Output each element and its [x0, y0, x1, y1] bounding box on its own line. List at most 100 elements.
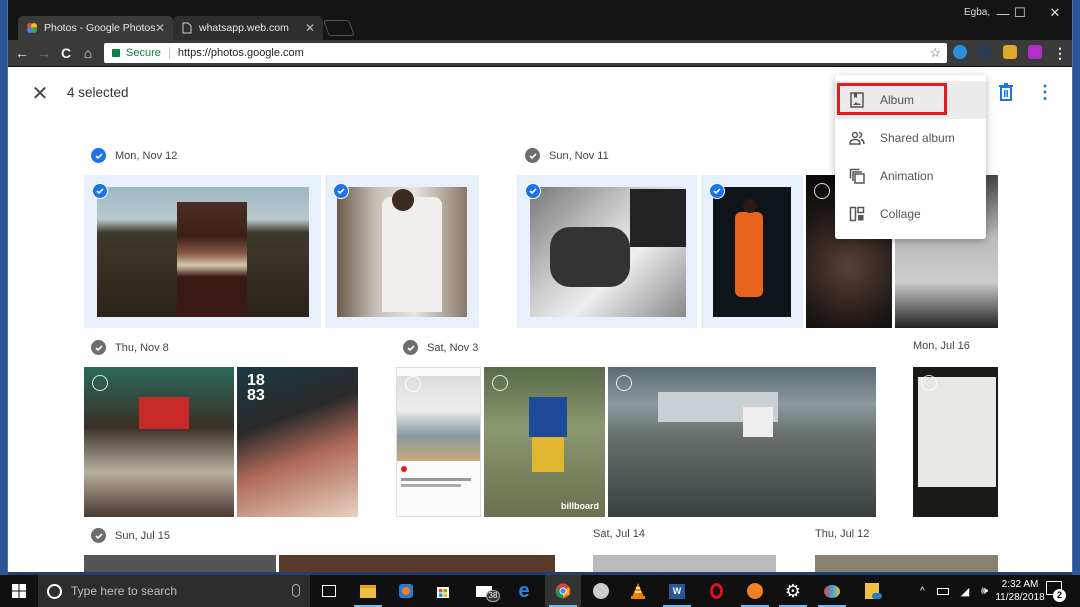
home-icon[interactable]: ⌂ — [79, 44, 97, 62]
photo-tile[interactable] — [593, 555, 776, 572]
menu-item-collage[interactable]: Collage — [835, 195, 986, 233]
photo-tile[interactable] — [84, 175, 321, 328]
unselected-circle-icon[interactable] — [921, 375, 937, 391]
paint-icon[interactable] — [814, 575, 850, 607]
date-label: Thu, Nov 8 — [115, 341, 169, 354]
settings-icon[interactable]: ⚙ — [775, 575, 811, 607]
selected-check-icon[interactable] — [92, 183, 108, 199]
date-group-header[interactable]: Thu, Jul 12 — [815, 528, 869, 540]
tab-close-icon[interactable]: ✕ — [305, 21, 315, 35]
photo-tile[interactable] — [396, 367, 481, 517]
unselected-circle-icon[interactable] — [814, 183, 830, 199]
address-bar[interactable]: Secure https://photos.google.com ☆ — [104, 43, 947, 63]
extension-icon[interactable] — [1003, 45, 1017, 59]
more-options-icon[interactable]: ⋮ — [1036, 82, 1054, 102]
group-check-icon[interactable] — [91, 340, 106, 355]
windows-taskbar: Type here to search 38 e W ⚙ ^ ◢ 🕪 2:32 … — [0, 575, 1080, 607]
photo-tile[interactable] — [517, 175, 697, 328]
tab-whatsapp[interactable]: whatsapp.web.com ✕ — [173, 16, 323, 40]
reload-icon[interactable]: C — [57, 44, 75, 62]
app-icon[interactable] — [583, 575, 619, 607]
photo-tile[interactable] — [913, 367, 998, 517]
date-group-header[interactable]: Mon, Nov 12 — [91, 148, 177, 163]
selected-check-icon[interactable] — [525, 183, 541, 199]
date-group-header[interactable]: Thu, Nov 8 — [91, 340, 169, 355]
file-explorer-icon[interactable] — [350, 575, 386, 607]
photo-tile[interactable] — [279, 555, 555, 572]
selected-count: 4 selected — [67, 85, 129, 100]
opera-icon[interactable] — [698, 575, 734, 607]
photo-thumbnail — [97, 187, 309, 317]
selected-check-icon[interactable] — [333, 183, 349, 199]
vlc-icon[interactable] — [620, 575, 656, 607]
divider — [168, 47, 170, 59]
browser-toolbar: ← → C ⌂ Secure https://photos.google.com… — [8, 40, 1072, 67]
microphone-icon[interactable] — [292, 584, 300, 597]
date-label: Sat, Nov 3 — [427, 341, 479, 354]
word-icon[interactable]: W — [659, 575, 695, 607]
show-hidden-icons[interactable]: ^ — [920, 586, 925, 597]
new-tab-button[interactable] — [323, 20, 355, 36]
media-player-icon[interactable] — [388, 575, 424, 607]
chrome-icon[interactable] — [545, 575, 581, 607]
volume-icon[interactable]: 🕪 — [981, 585, 988, 598]
forward-icon[interactable]: → — [35, 44, 53, 62]
selected-check-icon[interactable] — [709, 183, 725, 199]
date-label: Thu, Jul 12 — [815, 528, 870, 540]
bookmark-star-icon[interactable]: ☆ — [929, 45, 941, 61]
group-check-icon[interactable] — [525, 148, 540, 163]
group-check-icon[interactable] — [91, 528, 106, 543]
url-text[interactable]: https://photos.google.com — [178, 47, 304, 59]
date-group-header[interactable]: Sun, Jul 15 — [91, 528, 170, 543]
delete-icon[interactable] — [998, 83, 1014, 101]
unselected-circle-icon[interactable] — [492, 375, 508, 391]
wifi-icon[interactable]: ◢ — [961, 585, 969, 598]
back-icon[interactable]: ← — [13, 44, 31, 62]
maximize-button[interactable]: ☐ — [1003, 0, 1037, 26]
unselected-circle-icon[interactable] — [405, 376, 421, 392]
clear-selection-icon[interactable]: ✕ — [30, 84, 50, 104]
app-icon[interactable] — [737, 575, 773, 607]
search-placeholder: Type here to search — [71, 584, 178, 598]
date-group-header[interactable]: Sat, Nov 3 — [403, 340, 478, 355]
menu-item-album[interactable]: Album — [835, 81, 986, 119]
task-view-icon[interactable] — [311, 575, 347, 607]
photo-tile[interactable] — [608, 367, 876, 517]
group-checked-icon[interactable] — [91, 148, 106, 163]
taskbar-search[interactable]: Type here to search — [38, 575, 310, 607]
store-icon[interactable] — [425, 575, 461, 607]
extension-icon[interactable] — [1028, 45, 1042, 59]
photo-tile[interactable] — [84, 555, 276, 572]
battery-icon[interactable] — [936, 587, 949, 595]
menu-item-animation[interactable]: Animation — [835, 157, 986, 195]
windows-icon — [12, 584, 26, 598]
browser-menu-icon[interactable]: ⋮ — [1051, 44, 1069, 62]
tab-close-icon[interactable]: ✕ — [155, 21, 165, 35]
photo-tile[interactable]: 18 83 — [237, 367, 358, 517]
extension-icon[interactable] — [978, 45, 992, 59]
photo-tile[interactable] — [325, 175, 479, 328]
photo-tile[interactable] — [815, 555, 998, 572]
group-check-icon[interactable] — [403, 340, 418, 355]
date-group-header[interactable]: Mon, Jul 16 — [913, 340, 970, 352]
browser-titlebar: Photos - Google Photos ✕ whatsapp.web.co… — [8, 0, 1072, 40]
mail-icon[interactable]: 38 — [466, 575, 502, 607]
date-label: Mon, Nov 12 — [115, 149, 178, 162]
date-group-header[interactable]: Sun, Nov 11 — [525, 148, 609, 163]
photo-tile[interactable]: billboard — [484, 367, 605, 517]
unselected-circle-icon[interactable] — [616, 375, 632, 391]
taskbar-clock[interactable]: 2:32 AM 11/28/2018 — [995, 578, 1045, 604]
collage-icon — [849, 206, 865, 222]
photo-tile[interactable] — [701, 175, 803, 328]
date-group-header[interactable]: Sat, Jul 14 — [593, 528, 645, 540]
photo-tile[interactable] — [84, 367, 234, 517]
extension-icon[interactable] — [953, 45, 967, 59]
menu-item-shared-album[interactable]: Shared album — [835, 119, 986, 157]
edge-icon[interactable]: e — [506, 575, 542, 607]
unselected-circle-icon[interactable] — [92, 375, 108, 391]
close-window-button[interactable]: ✕ — [1038, 0, 1072, 26]
tab-google-photos[interactable]: Photos - Google Photos ✕ — [18, 16, 173, 40]
onedrive-folder-icon[interactable] — [854, 575, 890, 607]
start-button[interactable] — [0, 575, 38, 607]
lock-icon — [112, 49, 120, 57]
